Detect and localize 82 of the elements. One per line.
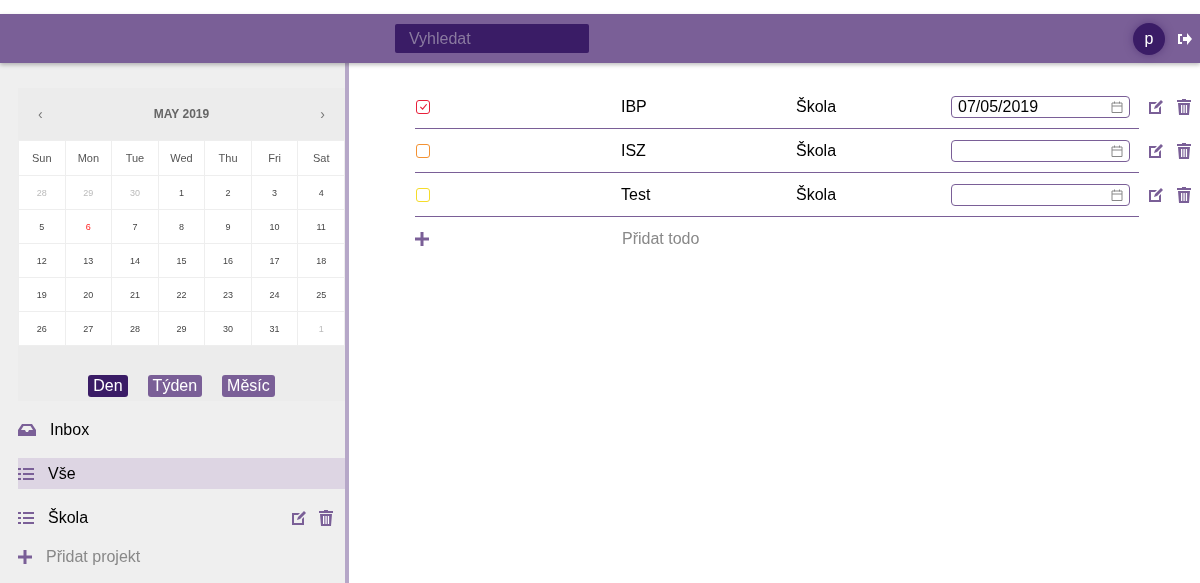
trash-icon[interactable] (1177, 98, 1191, 115)
trash-icon[interactable] (1177, 186, 1191, 203)
day-cell[interactable]: 12 (18, 243, 66, 278)
day-cell[interactable]: 21 (111, 277, 159, 312)
user-avatar[interactable]: p (1133, 22, 1165, 55)
day-cell[interactable]: 13 (65, 243, 112, 278)
weekday-header: Sat (297, 140, 345, 176)
day-cell[interactable]: 29 (158, 311, 205, 346)
day-cell[interactable]: 1 (158, 175, 205, 210)
todo-name: IBP (621, 97, 647, 116)
weekday-header: Sun (18, 140, 66, 176)
weekday-header: Mon (65, 140, 112, 176)
day-cell[interactable]: 11 (297, 209, 345, 244)
day-cell[interactable]: 27 (65, 311, 112, 346)
sidebar-item[interactable]: Škola (18, 502, 345, 533)
day-cell[interactable]: 17 (251, 243, 298, 278)
day-cell[interactable]: 4 (297, 175, 345, 210)
todo-project: Škola (796, 185, 837, 204)
view-tab[interactable]: Měsíc (222, 375, 275, 397)
day-cell[interactable]: 3 (251, 175, 298, 210)
day-cell[interactable]: 24 (251, 277, 298, 312)
day-cell[interactable]: 30 (204, 311, 252, 346)
day-cell[interactable]: 23 (204, 277, 252, 312)
day-cell[interactable]: 6 (65, 209, 112, 244)
month-title: MAY 2019 (153, 107, 210, 121)
next-month-button[interactable]: › (318, 106, 327, 122)
calendar-icon[interactable] (1111, 188, 1123, 201)
list-icon (18, 510, 34, 525)
trash-icon[interactable] (1177, 142, 1191, 159)
day-cell[interactable]: 19 (18, 277, 66, 312)
edit-icon[interactable] (1148, 98, 1164, 115)
edit-icon[interactable] (1148, 142, 1164, 159)
day-cell[interactable]: 8 (158, 209, 205, 244)
weekday-header: Thu (204, 140, 252, 176)
check-icon (418, 102, 428, 111)
day-cell[interactable]: 22 (158, 277, 205, 312)
day-cell[interactable]: 26 (18, 311, 66, 346)
day-cell[interactable]: 7 (111, 209, 159, 244)
view-tab[interactable]: Den (88, 375, 128, 397)
day-cell[interactable]: 31 (251, 311, 298, 346)
weekday-header: Fri (251, 140, 298, 176)
todo-name: Test (621, 185, 651, 204)
sidebar-item-label: Škola (48, 508, 90, 527)
inbox-icon (18, 423, 36, 436)
day-cell[interactable]: 14 (111, 243, 159, 278)
weekday-header: Wed (158, 140, 205, 176)
day-cell[interactable]: 25 (297, 277, 345, 312)
list-icon (18, 466, 34, 481)
day-cell[interactable]: 2 (204, 175, 252, 210)
edit-icon[interactable] (291, 509, 307, 526)
sidebar-item[interactable]: Inbox (18, 414, 345, 445)
date-field[interactable] (951, 139, 1130, 162)
day-cell[interactable]: 16 (204, 243, 252, 278)
date-field[interactable] (951, 183, 1130, 206)
edit-icon[interactable] (1148, 186, 1164, 203)
day-cell[interactable]: 18 (297, 243, 345, 278)
checkbox[interactable] (416, 143, 430, 158)
todo-project: Škola (796, 141, 837, 160)
day-cell[interactable]: 9 (204, 209, 252, 244)
view-tab[interactable]: Týden (147, 375, 203, 397)
calendar-icon[interactable] (1111, 144, 1123, 157)
todo-project: Škola (796, 97, 837, 116)
sidebar-item-label: Inbox (50, 420, 91, 439)
search-field[interactable]: Vyhledat (395, 24, 589, 53)
calendar-icon[interactable] (1111, 100, 1123, 113)
plus-icon[interactable] (415, 232, 429, 246)
todo-name: ISZ (621, 141, 646, 160)
day-cell[interactable]: 28 (111, 311, 159, 346)
logout-icon[interactable] (1178, 32, 1192, 45)
checkbox[interactable] (416, 99, 430, 114)
add-todo-link[interactable]: Přidat todo (622, 230, 700, 248)
previous-month-button[interactable]: ‹ (36, 106, 45, 122)
day-cell[interactable]: 20 (65, 277, 112, 312)
date-field[interactable]: 07/05/2019 (951, 95, 1130, 118)
sidebar-item-label: Vše (48, 464, 77, 483)
plus-icon[interactable] (18, 550, 32, 564)
weekday-header: Tue (111, 140, 159, 176)
sidebar-item[interactable]: Vše (18, 458, 345, 489)
day-cell[interactable]: 15 (158, 243, 205, 278)
day-cell[interactable]: 10 (251, 209, 298, 244)
day-cell[interactable]: 5 (18, 209, 66, 244)
trash-icon[interactable] (319, 509, 333, 526)
